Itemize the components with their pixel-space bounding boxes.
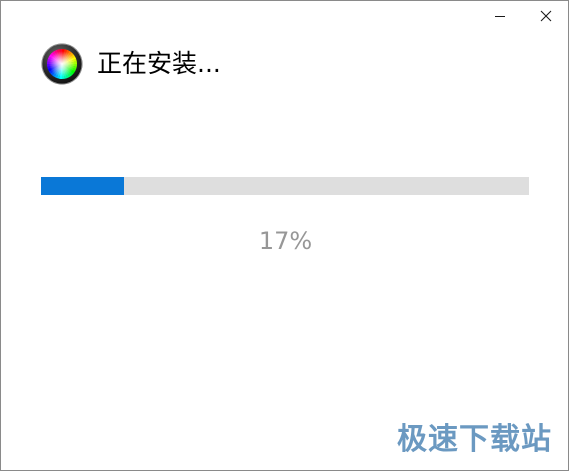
- close-button[interactable]: [523, 3, 568, 29]
- progress-percent: 17%: [258, 227, 313, 255]
- color-wheel-icon: [41, 43, 83, 85]
- close-icon: [540, 10, 552, 22]
- page-title: 正在安装...: [97, 49, 221, 78]
- progress-fill: [41, 177, 124, 195]
- progress-bar: [41, 177, 529, 195]
- minimize-button[interactable]: [477, 3, 523, 29]
- installer-window: 正在安装... 17% 极速下载站: [0, 0, 569, 471]
- watermark-text: 极速下载站: [397, 422, 552, 457]
- minimize-icon: [495, 16, 505, 17]
